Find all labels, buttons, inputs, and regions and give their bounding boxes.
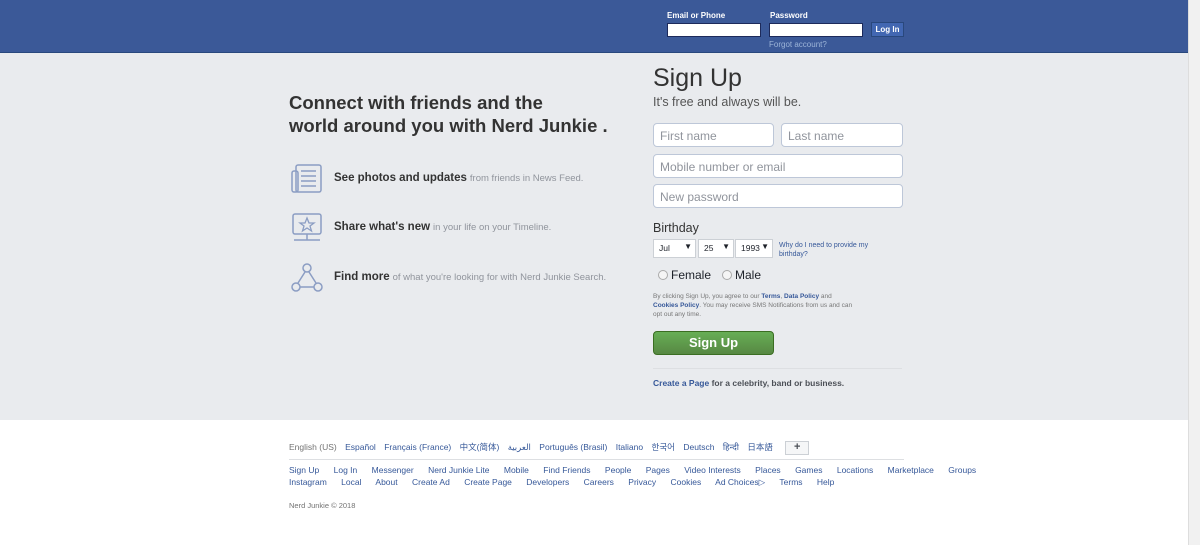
search-graph-icon (291, 263, 323, 292)
female-radio[interactable] (658, 270, 668, 280)
feature-title: Share what's new (334, 221, 431, 233)
terms-text: By clicking Sign Up, you agree to our (653, 293, 762, 300)
create-page-text: for a celebrity, band or business. (709, 378, 845, 388)
email-label: Email or Phone (667, 11, 726, 20)
footer-link[interactable]: Privacy (628, 477, 656, 487)
footer-link[interactable]: Places (755, 465, 781, 475)
month-select[interactable]: Jul ▼ (653, 239, 696, 258)
password-field[interactable] (769, 23, 863, 37)
footer-link[interactable]: Local (341, 477, 361, 487)
footer-link[interactable]: Create Page (464, 477, 512, 487)
male-label[interactable]: Male (735, 268, 761, 282)
feature-subtitle: of what you're looking for with Nerd Jun… (392, 272, 607, 283)
dropdown-arrow-icon: ▼ (761, 242, 769, 251)
language-link[interactable]: हिन्दी (723, 442, 739, 452)
footer-link[interactable]: Help (817, 477, 834, 487)
footer-link[interactable]: Developers (526, 477, 569, 487)
footer-link[interactable]: About (375, 477, 397, 487)
feature-subtitle: from friends in News Feed. (469, 173, 584, 184)
create-page-link[interactable]: Create a Page (653, 378, 709, 388)
year-select[interactable]: 1993 ▼ (735, 239, 773, 258)
language-current: English (US) (289, 442, 337, 453)
footer-link[interactable]: People (605, 465, 631, 475)
year-value: 1993 (741, 243, 760, 253)
feature-text: Share what's new in your life on your Tim… (334, 221, 551, 233)
dropdown-arrow-icon: ▼ (684, 242, 692, 251)
language-link[interactable]: 한국어 (652, 442, 675, 452)
feature-text: See photos and updates from friends in Ne… (334, 172, 583, 184)
footer-link[interactable]: Video Interests (684, 465, 741, 475)
footer-link[interactable]: Messenger (372, 465, 414, 475)
language-link[interactable]: Deutsch (683, 442, 714, 452)
feature-title: See photos and updates (334, 172, 467, 184)
more-languages-button[interactable]: + (785, 441, 810, 455)
login-button[interactable]: Log In (871, 22, 904, 37)
hero-headline: Connect with friends and the world aroun… (289, 91, 619, 137)
footer-link[interactable]: Instagram (289, 477, 327, 487)
timeline-star-icon (292, 213, 322, 241)
news-feed-icon (291, 164, 322, 193)
footer-links-row-1: Sign Up Log In Messenger Nerd Junkie Lit… (289, 465, 988, 475)
signup-subtitle: It's free and always will be. (653, 95, 802, 109)
footer-link[interactable]: Groups (948, 465, 976, 475)
signup-button[interactable]: Sign Up (653, 331, 774, 355)
feature-title: Find more (334, 271, 390, 283)
footer-link[interactable]: Sign Up (289, 465, 319, 475)
footer-divider (289, 459, 904, 460)
footer-link[interactable]: Marketplace (888, 465, 934, 475)
headline-line-2: world around you with Nerd Junkie . (289, 115, 608, 136)
language-list: English (US) Español Français (France) 中… (289, 441, 810, 455)
why-birthday-link[interactable]: Why do I need to provide my birthday? (779, 241, 889, 259)
footer-link[interactable]: Create Ad (412, 477, 450, 487)
female-label[interactable]: Female (671, 268, 711, 282)
footer-link[interactable]: Careers (584, 477, 614, 487)
footer-link[interactable]: Cookies (671, 477, 702, 487)
footer-link[interactable]: Find Friends (543, 465, 590, 475)
footer-link[interactable]: Games (795, 465, 822, 475)
mobile-email-field[interactable]: Mobile number or email (653, 154, 903, 178)
headline-line-1: Connect with friends and the (289, 92, 543, 113)
month-value: Jul (659, 243, 670, 253)
language-link[interactable]: 日本語 (747, 442, 773, 452)
new-password-field[interactable]: New password (653, 184, 903, 208)
create-page-notice: Create a Page for a celebrity, band or b… (653, 378, 844, 388)
footer-link[interactable]: Mobile (504, 465, 529, 475)
signup-title: Sign Up (653, 64, 742, 92)
footer-link[interactable]: Locations (837, 465, 873, 475)
day-select[interactable]: 25 ▼ (698, 239, 734, 258)
scrollbar[interactable] (1188, 0, 1200, 545)
language-link[interactable]: العربية (508, 442, 531, 452)
first-name-field[interactable]: First name (653, 123, 774, 147)
footer-link[interactable]: Terms (779, 477, 802, 487)
footer-link[interactable]: Nerd Junkie Lite (428, 465, 489, 475)
last-name-field[interactable]: Last name (781, 123, 903, 147)
terms-text: and (819, 293, 832, 300)
cookies-policy-link[interactable]: Cookies Policy (653, 302, 699, 309)
ad-choices-link[interactable]: Ad Choices▷ (715, 477, 765, 487)
terms-link[interactable]: Terms (761, 293, 780, 300)
feature-text: Find more of what you're looking for with… (334, 271, 606, 283)
dropdown-arrow-icon: ▼ (722, 242, 730, 251)
language-link[interactable]: 中文(简体) (460, 442, 500, 452)
day-value: 25 (704, 243, 714, 253)
language-link[interactable]: Français (France) (384, 442, 451, 452)
language-link[interactable]: Español (345, 442, 376, 452)
feature-subtitle: in your life on your Timeline. (433, 222, 552, 233)
footer-links-row-2: Instagram Local About Create Ad Create P… (289, 477, 846, 488)
forgot-account-link[interactable]: Forgot account? (769, 40, 827, 49)
top-bar: Email or Phone Password Log In Forgot ac… (0, 0, 1188, 53)
divider (653, 368, 902, 369)
footer-link[interactable]: Log In (334, 465, 358, 475)
footer-link[interactable]: Pages (646, 465, 670, 475)
terms-notice: By clicking Sign Up, you agree to our Te… (653, 292, 853, 319)
copyright: Nerd Junkie © 2018 (289, 501, 356, 510)
email-field[interactable] (667, 23, 761, 37)
password-label: Password (770, 11, 808, 20)
language-link[interactable]: Português (Brasil) (539, 442, 607, 452)
language-link[interactable]: Italiano (616, 442, 643, 452)
male-radio[interactable] (722, 270, 732, 280)
birthday-label: Birthday (653, 221, 699, 235)
data-policy-link[interactable]: Data Policy (784, 293, 819, 300)
